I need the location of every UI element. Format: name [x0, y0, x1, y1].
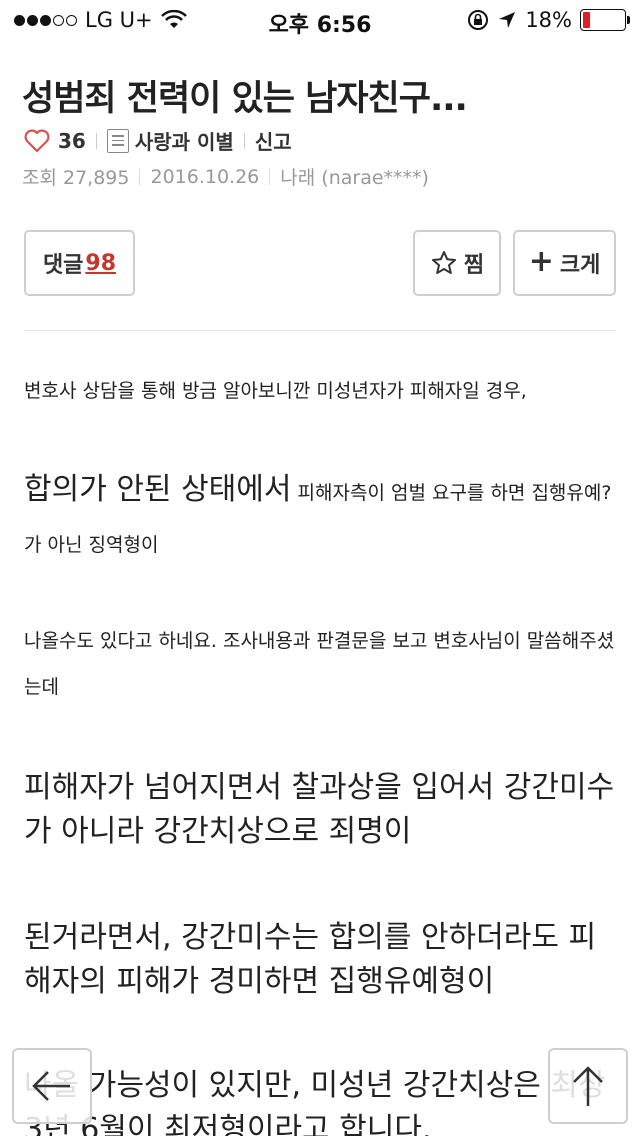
content-paragraph: 변호사 상담을 통해 방금 알아보니깐 미성년자가 피해자일 경우,: [24, 380, 527, 402]
comments-count: 98: [85, 250, 117, 276]
comments-button[interactable]: 댓글 98: [24, 230, 135, 296]
report-link[interactable]: 신고: [255, 126, 292, 155]
status-bar: LG U+ 오후 6:56 18%: [0, 0, 640, 40]
jjim-button[interactable]: 찜: [413, 230, 501, 296]
heart-icon[interactable]: [24, 129, 50, 153]
battery-percent: 18%: [525, 8, 572, 32]
status-right: 18%: [467, 8, 630, 32]
like-count: 36: [58, 128, 86, 153]
view-count: 조회 27,895: [22, 167, 130, 189]
content-paragraph: 나올수도 있다고 하네요. 조사내용과 판결문을 보고 변호사님이 말씀해주셨는…: [24, 630, 615, 698]
content-paragraph: 피해자가 넘어지면서 찰과상을 입어서 강간미수가 아니라 강간치상으로 죄명이: [24, 770, 615, 849]
post-date: 2016.10.26: [150, 165, 260, 188]
content-large-text: 합의가 안된 상태에서: [24, 472, 292, 507]
star-icon: [431, 251, 456, 274]
jjim-label: 찜: [463, 253, 485, 278]
bigger-label: 크게: [559, 253, 601, 278]
back-button[interactable]: [12, 1048, 92, 1124]
post-meta-row: 36 사랑과 이별 신고: [24, 126, 292, 155]
plus-icon: +: [528, 243, 554, 279]
orientation-lock-icon: [468, 10, 489, 30]
divider: [139, 168, 141, 185]
arrow-left-icon: [32, 1071, 70, 1101]
location-arrow-icon: [499, 12, 516, 28]
post-info-row: 조회 27,895 2016.10.26 나래 (narae****): [22, 163, 429, 190]
font-bigger-button[interactable]: + 크게: [513, 230, 616, 296]
divider: [95, 132, 97, 149]
post-title: 성범죄 전력이 있는 남자친구...: [22, 79, 468, 119]
board-list-icon: [106, 128, 129, 153]
section-divider: [24, 330, 616, 331]
battery-icon: [580, 9, 630, 31]
content-paragraph: 합의가 안된 상태에서 피해자측이 엄벌 요구를 하면 집행유예?가 아닌 징역…: [24, 464, 620, 571]
scroll-top-button[interactable]: [548, 1048, 628, 1124]
author-name: 나래 (narae****): [280, 167, 429, 189]
arrow-up-icon: [573, 1066, 603, 1106]
comments-label: 댓글: [42, 253, 84, 278]
category-link[interactable]: 사랑과 이별: [135, 126, 234, 155]
content-paragraph: 된거라면서, 강간미수는 합의를 안하더라도 피해자의 피해가 경미하면 집행유…: [24, 920, 597, 999]
content-paragraph: 나올 가능성이 있지만, 미성년 강간치상은 최상 3년 6월이 최저형이라고 …: [24, 1068, 606, 1136]
divider: [243, 132, 245, 149]
divider: [269, 168, 271, 185]
